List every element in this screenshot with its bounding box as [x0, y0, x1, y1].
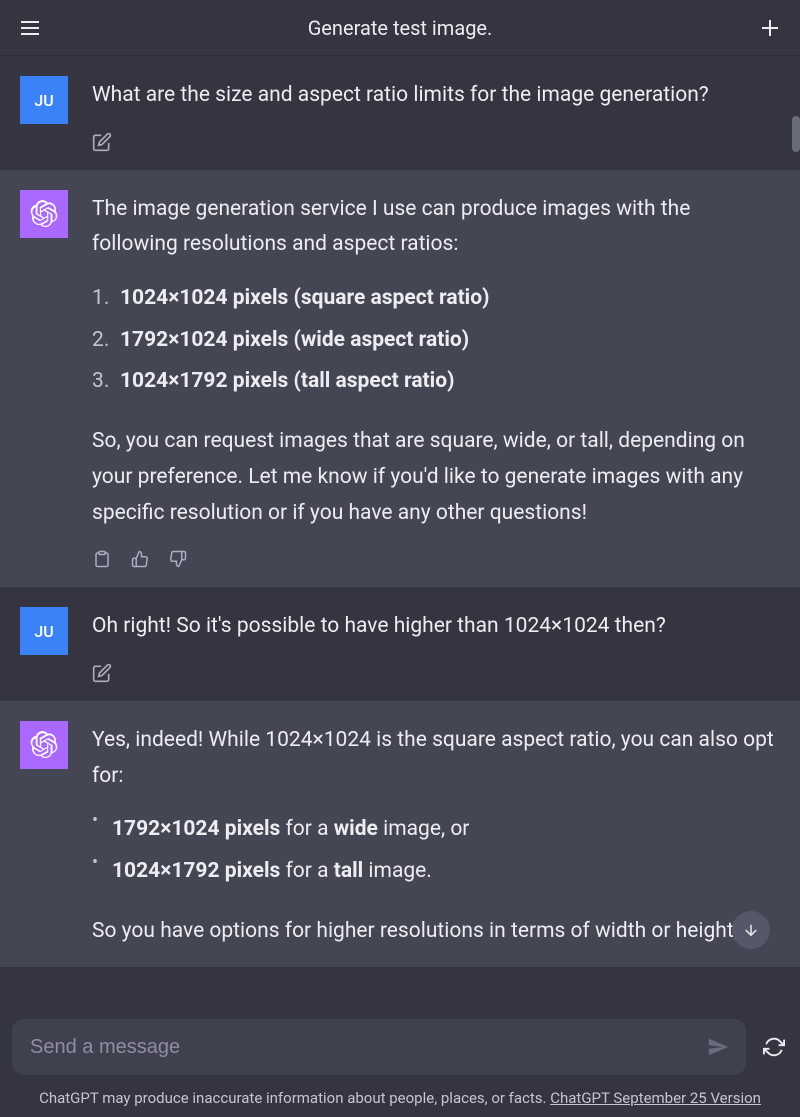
message-user: JU What are the size and aspect ratio li…	[0, 56, 800, 170]
thumbs-up-icon[interactable]	[130, 549, 150, 569]
thumbs-down-icon[interactable]	[168, 549, 188, 569]
message-text: So, you can request images that are squa…	[92, 424, 780, 531]
assistant-avatar	[20, 721, 68, 769]
copy-icon[interactable]	[92, 549, 112, 569]
message-text: Oh right! So it's possible to have highe…	[92, 609, 780, 645]
scrollbar-thumb[interactable]	[792, 116, 800, 152]
message-input-box[interactable]	[12, 1019, 746, 1075]
message-assistant: Yes, indeed! While 1024×1024 is the squa…	[0, 701, 800, 967]
list-item: 1024×1792 pixels for a tall image.	[92, 854, 780, 890]
assistant-avatar	[20, 190, 68, 238]
new-chat-icon[interactable]	[756, 14, 784, 42]
message-body: The image generation service I use can p…	[92, 190, 780, 570]
message-text: Yes, indeed! While 1024×1024 is the squa…	[92, 723, 780, 794]
list-item: 1792×1024 pixels (wide aspect ratio)	[92, 323, 780, 359]
page-title: Generate test image.	[308, 16, 493, 40]
chat-scroll[interactable]: JU What are the size and aspect ratio li…	[0, 56, 800, 1001]
send-icon[interactable]	[700, 1029, 736, 1065]
message-body: Oh right! So it's possible to have highe…	[92, 607, 780, 683]
scroll-down-button[interactable]	[732, 911, 770, 949]
header: Generate test image.	[0, 0, 800, 56]
version-link[interactable]: ChatGPT September 25 Version	[550, 1089, 761, 1107]
ordered-list: 1024×1024 pixels (square aspect ratio) 1…	[92, 281, 780, 400]
message-input[interactable]	[30, 1036, 700, 1059]
message-text: The image generation service I use can p…	[92, 192, 780, 263]
edit-icon[interactable]	[92, 663, 112, 683]
user-avatar: JU	[20, 607, 68, 655]
list-item: 1024×1792 pixels (tall aspect ratio)	[92, 364, 780, 400]
message-body: What are the size and aspect ratio limit…	[92, 76, 780, 152]
list-item: 1792×1024 pixels for a wide image, or	[92, 812, 780, 848]
bullet-list: 1792×1024 pixels for a wide image, or 10…	[92, 812, 780, 889]
list-item: 1024×1024 pixels (square aspect ratio)	[92, 281, 780, 317]
composer-area: ChatGPT may produce inaccurate informati…	[0, 1007, 800, 1117]
message-text: So you have options for higher resolutio…	[92, 914, 780, 950]
message-user: JU Oh right! So it's possible to have hi…	[0, 587, 800, 701]
edit-icon[interactable]	[92, 132, 112, 152]
menu-icon[interactable]	[16, 14, 44, 42]
message-assistant: The image generation service I use can p…	[0, 170, 800, 588]
regenerate-icon[interactable]	[760, 1033, 788, 1061]
message-text: What are the size and aspect ratio limit…	[92, 78, 780, 114]
message-body: Yes, indeed! While 1024×1024 is the squa…	[92, 721, 780, 949]
user-avatar: JU	[20, 76, 68, 124]
disclaimer: ChatGPT may produce inaccurate informati…	[12, 1075, 788, 1117]
